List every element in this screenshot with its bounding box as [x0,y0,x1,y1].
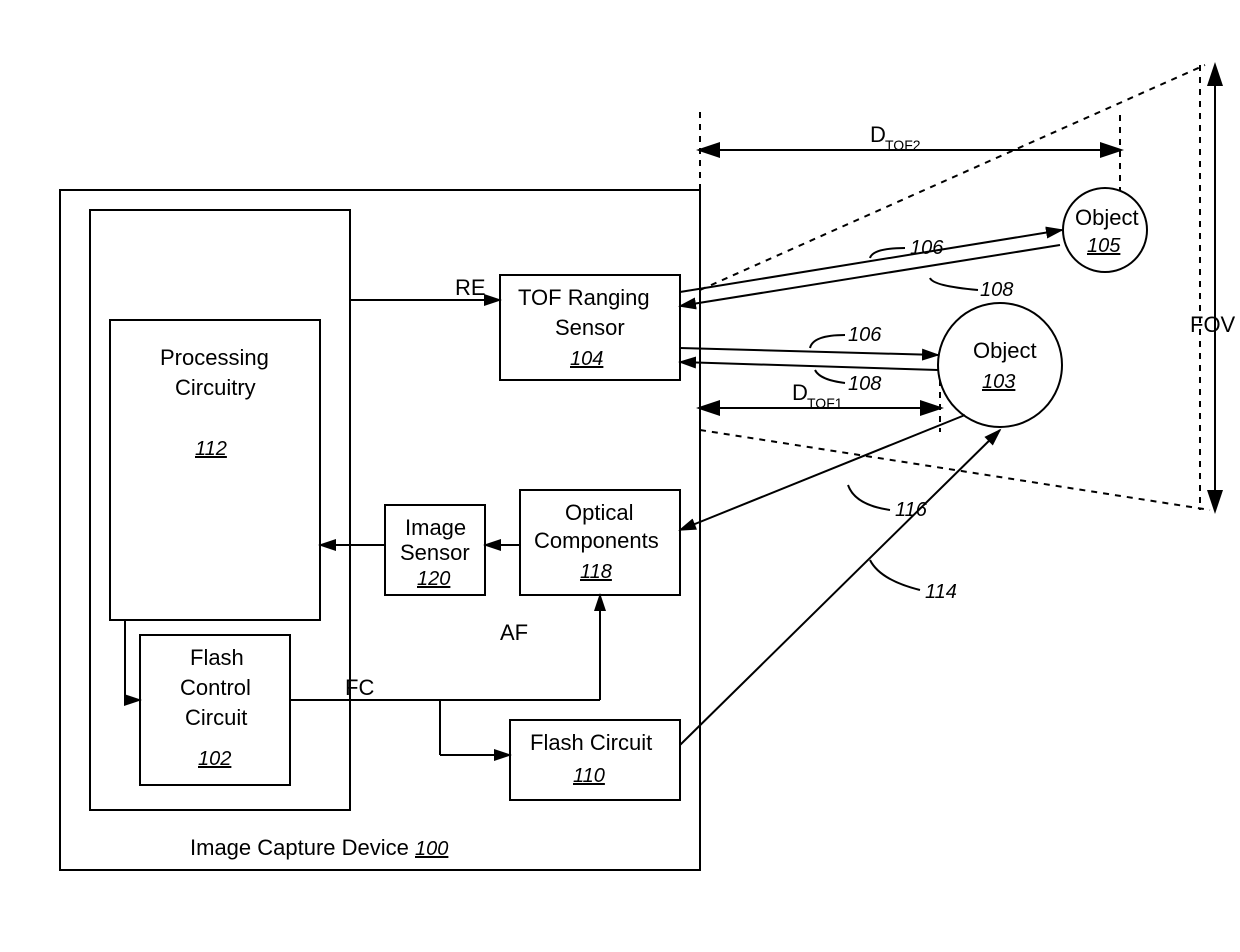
processing-l2: Circuitry [175,375,256,400]
fov-label: FOV [1190,312,1236,337]
ray-108-ref-a: 108 [980,279,1013,301]
optical-l2: Components [534,528,659,553]
tof-l1: TOF Ranging [518,285,650,310]
processing-l1: Processing [160,345,269,370]
flash-control-l1: Flash [190,645,244,670]
object-105 [1063,188,1147,272]
processing-ref: 112 [195,438,227,460]
ray-106-ref-a: 106 [910,237,944,259]
optical-ref: 118 [580,561,612,583]
object-103-ref: 103 [982,371,1015,393]
image-sensor-l1: Image [405,515,466,540]
flash-control-l2: Control [180,675,251,700]
device-ref: 100 [415,838,448,860]
dtof1-sub: TOF1 [807,395,843,411]
object-105-label: Object [1075,205,1139,230]
flash-circuit-ref: 110 [573,765,605,787]
ray-108-ref-b: 108 [848,373,881,395]
flash-control-ref: 102 [198,748,231,770]
tof-l2: Sensor [555,315,625,340]
optical-l1: Optical [565,500,633,525]
object-103 [938,303,1062,427]
tof-ref: 104 [570,348,603,370]
dtof2-base: D [870,122,886,147]
device-label: Image Capture Device [190,835,409,860]
re-label: RE [455,275,486,300]
af-label: AF [500,620,528,645]
fc-label: FC [345,675,374,700]
image-sensor-ref: 120 [417,568,450,590]
block-diagram: Image Capture Device 100 Processing Circ… [0,0,1240,952]
flash-circuit-l1: Flash Circuit [530,730,652,755]
ray-114-ref: 114 [925,581,957,603]
dtof2-sub: TOF2 [885,137,921,153]
ray-106-ref-b: 106 [848,324,882,346]
flash-control-l3: Circuit [185,705,247,730]
image-sensor-l2: Sensor [400,540,470,565]
object-103-label: Object [973,338,1037,363]
object-105-ref: 105 [1087,235,1121,257]
dtof1-base: D [792,380,808,405]
